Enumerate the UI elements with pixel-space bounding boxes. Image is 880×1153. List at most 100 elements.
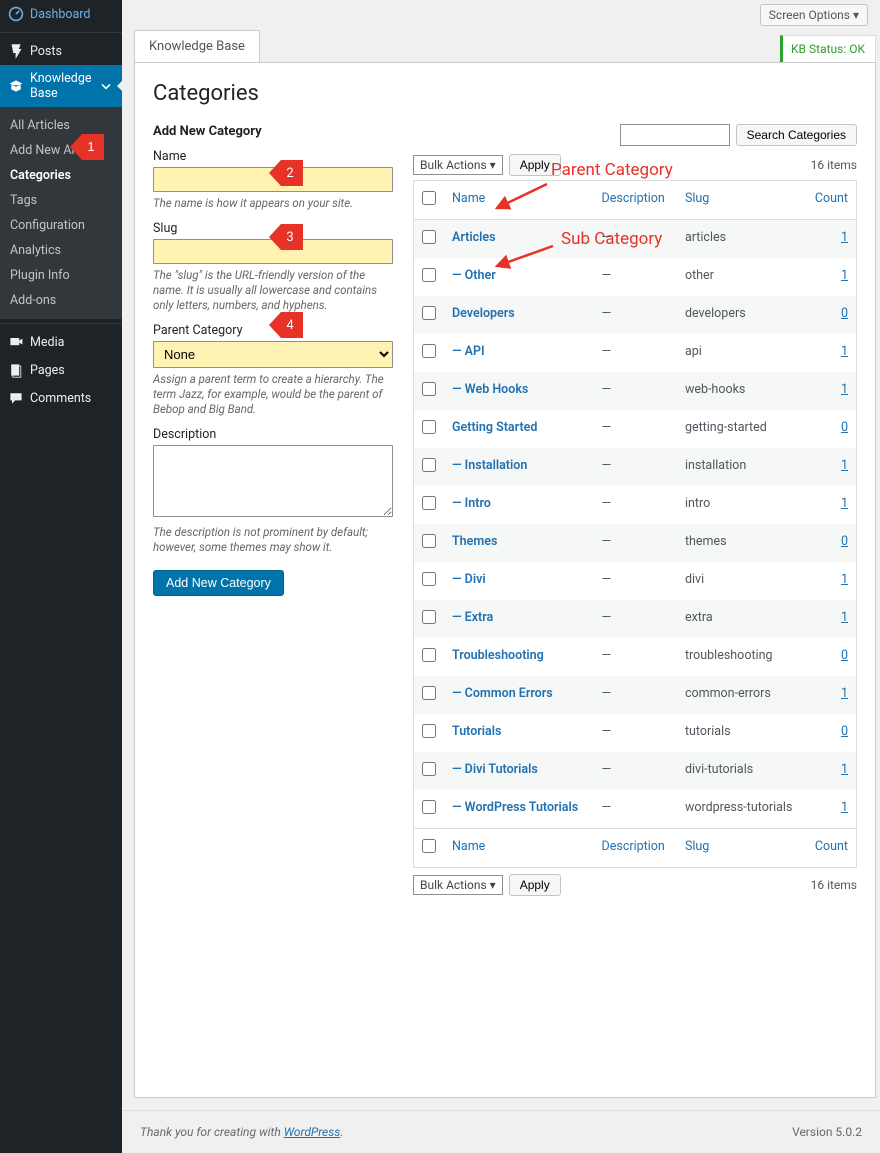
row-slug: tutorials <box>677 714 807 752</box>
row-name-link[interactable]: Getting Started <box>452 420 537 435</box>
row-checkbox[interactable] <box>422 420 436 434</box>
row-name-link[interactable]: Developers <box>452 306 515 321</box>
sidebar-item-dashboard[interactable]: Dashboard <box>0 0 122 28</box>
row-count-link[interactable]: 1 <box>841 268 848 283</box>
row-checkbox[interactable] <box>422 458 436 472</box>
sidebar-item-pages[interactable]: Pages <box>0 356 122 384</box>
submenu-categories[interactable]: Categories <box>0 163 122 188</box>
row-count-link[interactable]: 1 <box>841 610 848 625</box>
row-checkbox[interactable] <box>422 230 436 244</box>
graduation-icon <box>8 78 24 94</box>
row-checkbox[interactable] <box>422 762 436 776</box>
row-name-link[interactable]: — Common Errors <box>452 686 553 701</box>
row-name-link[interactable]: — Divi <box>452 572 486 587</box>
col-count[interactable]: Count <box>807 181 857 220</box>
admin-sidebar: Dashboard Posts Knowledge Base All Artic… <box>0 0 122 1153</box>
footer-version: Version 5.0.2 <box>792 1125 862 1139</box>
row-count-link[interactable]: 0 <box>841 306 848 321</box>
sidebar-item-posts[interactable]: Posts <box>0 37 122 65</box>
row-checkbox[interactable] <box>422 610 436 624</box>
row-checkbox[interactable] <box>422 534 436 548</box>
row-name-link[interactable]: — Other <box>452 268 496 283</box>
comment-icon <box>8 390 24 406</box>
parent-select[interactable]: None <box>153 341 393 368</box>
submenu-analytics[interactable]: Analytics <box>0 238 122 263</box>
row-name-link[interactable]: — WordPress Tutorials <box>452 800 578 815</box>
sidebar-item-comments[interactable]: Comments <box>0 384 122 412</box>
submenu-configuration[interactable]: Configuration <box>0 213 122 238</box>
col-slug[interactable]: Slug <box>677 181 807 220</box>
row-checkbox[interactable] <box>422 800 436 814</box>
row-slug: intro <box>677 486 807 524</box>
row-count-link[interactable]: 1 <box>841 496 848 511</box>
row-name-link[interactable]: Troubleshooting <box>452 648 544 663</box>
col-slug-foot[interactable]: Slug <box>677 829 807 868</box>
annotation-arrow-1 <box>491 180 549 214</box>
col-name-foot[interactable]: Name <box>444 829 594 868</box>
footer-wp-link[interactable]: WordPress <box>284 1125 341 1139</box>
row-name-link[interactable]: — API <box>452 344 485 359</box>
row-count-link[interactable]: 1 <box>841 382 848 397</box>
row-slug: installation <box>677 448 807 486</box>
svg-text:2: 2 <box>286 166 293 181</box>
row-desc: — <box>594 676 677 714</box>
row-count-link[interactable]: 1 <box>841 686 848 701</box>
row-name-link[interactable]: Tutorials <box>452 724 501 739</box>
row-desc: — <box>594 296 677 334</box>
search-button[interactable]: Search Categories <box>736 124 857 146</box>
row-checkbox[interactable] <box>422 306 436 320</box>
row-checkbox[interactable] <box>422 648 436 662</box>
row-count-link[interactable]: 1 <box>841 230 848 245</box>
annotation-pin-3: 3 <box>269 224 303 250</box>
sidebar-item-media[interactable]: Media <box>0 328 122 356</box>
footer-thanks: Thank you for creating with <box>140 1125 284 1139</box>
col-desc[interactable]: Description <box>594 181 677 220</box>
row-checkbox[interactable] <box>422 686 436 700</box>
row-count-link[interactable]: 1 <box>841 344 848 359</box>
bulk-actions-select-bottom[interactable]: Bulk Actions ▾ <box>413 875 503 895</box>
add-category-button[interactable]: Add New Category <box>153 570 284 596</box>
table-row: — Other—other1 <box>414 258 857 296</box>
categories-table: Name Description Slug Count Articles—art… <box>413 180 857 868</box>
tab-knowledge-base[interactable]: Knowledge Base <box>134 30 260 62</box>
search-input[interactable] <box>620 124 730 146</box>
screen-options-button[interactable]: Screen Options ▾ <box>760 4 868 26</box>
row-count-link[interactable]: 0 <box>841 534 848 549</box>
row-name-link[interactable]: — Installation <box>452 458 527 473</box>
submenu-addons[interactable]: Add-ons <box>0 288 122 313</box>
submenu-plugin-info[interactable]: Plugin Info <box>0 263 122 288</box>
row-count-link[interactable]: 0 <box>841 724 848 739</box>
row-name-link[interactable]: — Intro <box>452 496 491 511</box>
row-name-link[interactable]: — Web Hooks <box>452 382 528 397</box>
row-name-link[interactable]: Themes <box>452 534 497 549</box>
row-checkbox[interactable] <box>422 496 436 510</box>
row-checkbox[interactable] <box>422 344 436 358</box>
page-title: Categories <box>153 81 857 106</box>
row-checkbox[interactable] <box>422 724 436 738</box>
row-name-link[interactable]: — Extra <box>452 610 493 625</box>
row-desc: — <box>594 562 677 600</box>
apply-button-bottom[interactable]: Apply <box>509 874 561 896</box>
row-name-link[interactable]: Articles <box>452 230 496 245</box>
row-checkbox[interactable] <box>422 572 436 586</box>
submenu-tags[interactable]: Tags <box>0 188 122 213</box>
row-count-link[interactable]: 1 <box>841 800 848 815</box>
row-count-link[interactable]: 1 <box>841 458 848 473</box>
row-count-link[interactable]: 1 <box>841 572 848 587</box>
bulk-actions-select[interactable]: Bulk Actions ▾ <box>413 155 503 175</box>
description-input[interactable] <box>153 445 393 517</box>
col-desc-foot[interactable]: Description <box>594 829 677 868</box>
row-checkbox[interactable] <box>422 382 436 396</box>
row-checkbox[interactable] <box>422 268 436 282</box>
row-count-link[interactable]: 1 <box>841 762 848 777</box>
table-row: — Common Errors—common-errors1 <box>414 676 857 714</box>
sidebar-item-kb[interactable]: Knowledge Base <box>0 65 122 107</box>
chevron-down-icon <box>98 78 114 94</box>
name-desc: The name is how it appears on your site. <box>153 196 393 211</box>
col-count-foot[interactable]: Count <box>807 829 857 868</box>
row-count-link[interactable]: 0 <box>841 648 848 663</box>
row-name-link[interactable]: — Divi Tutorials <box>452 762 538 777</box>
select-all-checkbox-foot[interactable] <box>422 839 436 853</box>
row-count-link[interactable]: 0 <box>841 420 848 435</box>
select-all-checkbox[interactable] <box>422 191 436 205</box>
